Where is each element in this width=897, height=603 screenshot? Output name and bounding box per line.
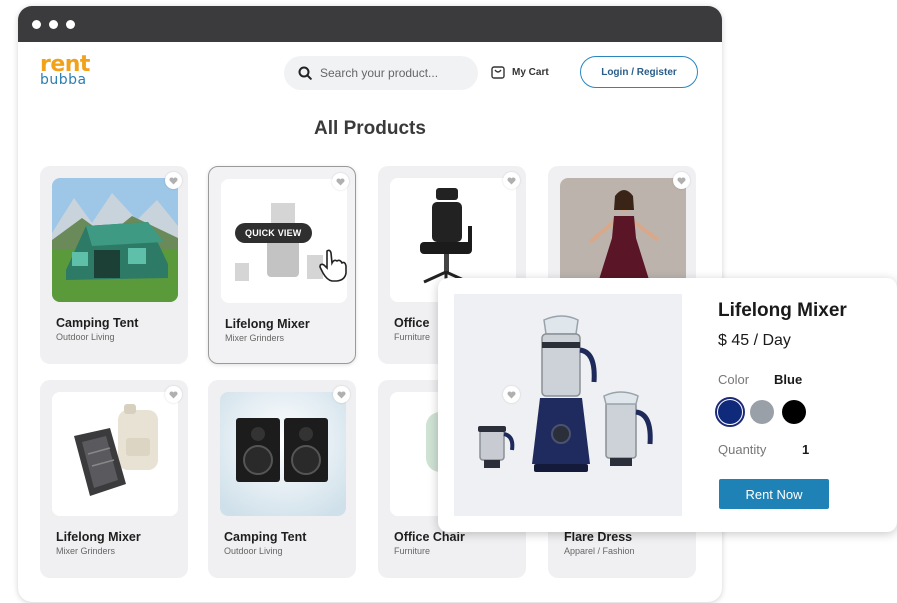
quick-view-badge[interactable]: QUICK VIEW: [235, 223, 312, 243]
color-label: Color: [718, 372, 750, 387]
login-register-button[interactable]: Login / Register: [580, 56, 698, 88]
quick-view-price: $ 45 / Day: [718, 332, 791, 349]
product-card[interactable]: Lifelong Mixer Mixer Grinders: [40, 380, 188, 578]
color-swatch-blue[interactable]: [715, 397, 745, 427]
search-bar[interactable]: [284, 56, 478, 90]
cart-icon: [491, 66, 505, 79]
search-input[interactable]: [320, 66, 460, 80]
hand-cursor-icon: [319, 249, 347, 282]
product-card[interactable]: Camping Tent Outdoor Living: [40, 166, 188, 364]
color-swatches: [715, 397, 806, 427]
window-dot-icon[interactable]: [32, 19, 41, 29]
wishlist-heart-icon[interactable]: [673, 172, 690, 189]
product-name: Flare Dress: [564, 530, 633, 544]
product-name: Office Chair: [394, 530, 465, 544]
quantity-label: Quantity: [718, 442, 767, 457]
product-name: Lifelong Mixer: [56, 530, 141, 544]
product-image: [52, 178, 178, 302]
product-image: [220, 392, 346, 516]
wishlist-heart-icon[interactable]: [165, 172, 182, 189]
color-swatch-grey[interactable]: [750, 400, 774, 424]
wishlist-heart-icon[interactable]: [503, 172, 520, 189]
product-name: Office: [394, 316, 430, 330]
product-category: Mixer Grinders: [56, 546, 116, 556]
product-category: Mixer Grinders: [225, 333, 285, 343]
site-header: rent bubba My Cart Login / Register: [18, 42, 722, 106]
product-image: [52, 392, 178, 516]
wishlist-heart-icon[interactable]: [165, 386, 182, 403]
product-image: [454, 294, 682, 516]
product-card[interactable]: QUICK VIEW Lifelong Mixer Mixer Grinders: [208, 166, 356, 364]
quantity-value[interactable]: 1: [802, 442, 809, 457]
cart-link[interactable]: My Cart: [490, 64, 549, 80]
search-icon: [298, 66, 312, 80]
quick-view-modal: Lifelong Mixer $ 45 / Day Color Blue Qua…: [438, 278, 897, 532]
product-category: Furniture: [394, 332, 431, 342]
logo-bottom-text: bubba: [40, 72, 87, 88]
cart-label: My Cart: [512, 66, 549, 78]
product-category: Outdoor Living: [224, 546, 283, 556]
color-value: Blue: [774, 372, 803, 387]
product-card[interactable]: Camping Tent Outdoor Living: [208, 380, 356, 578]
window-dot-icon[interactable]: [66, 19, 75, 29]
product-name: Lifelong Mixer: [225, 317, 310, 331]
product-category: Apparel / Fashion: [564, 546, 635, 556]
wishlist-heart-icon[interactable]: [333, 386, 350, 403]
page-title: All Products: [314, 118, 426, 139]
wishlist-heart-icon[interactable]: [503, 386, 520, 403]
color-swatch-black[interactable]: [782, 400, 806, 424]
rent-now-button[interactable]: Rent Now: [719, 479, 829, 509]
window-dot-icon[interactable]: [49, 19, 58, 29]
wishlist-heart-icon[interactable]: [332, 173, 349, 190]
product-name: Camping Tent: [224, 530, 307, 544]
product-name: Camping Tent: [56, 316, 139, 330]
window-titlebar: [18, 6, 722, 42]
product-category: Furniture: [394, 546, 431, 556]
logo[interactable]: rent bubba: [40, 54, 90, 88]
product-category: Outdoor Living: [56, 332, 115, 342]
quick-view-title: Lifelong Mixer: [718, 300, 847, 321]
